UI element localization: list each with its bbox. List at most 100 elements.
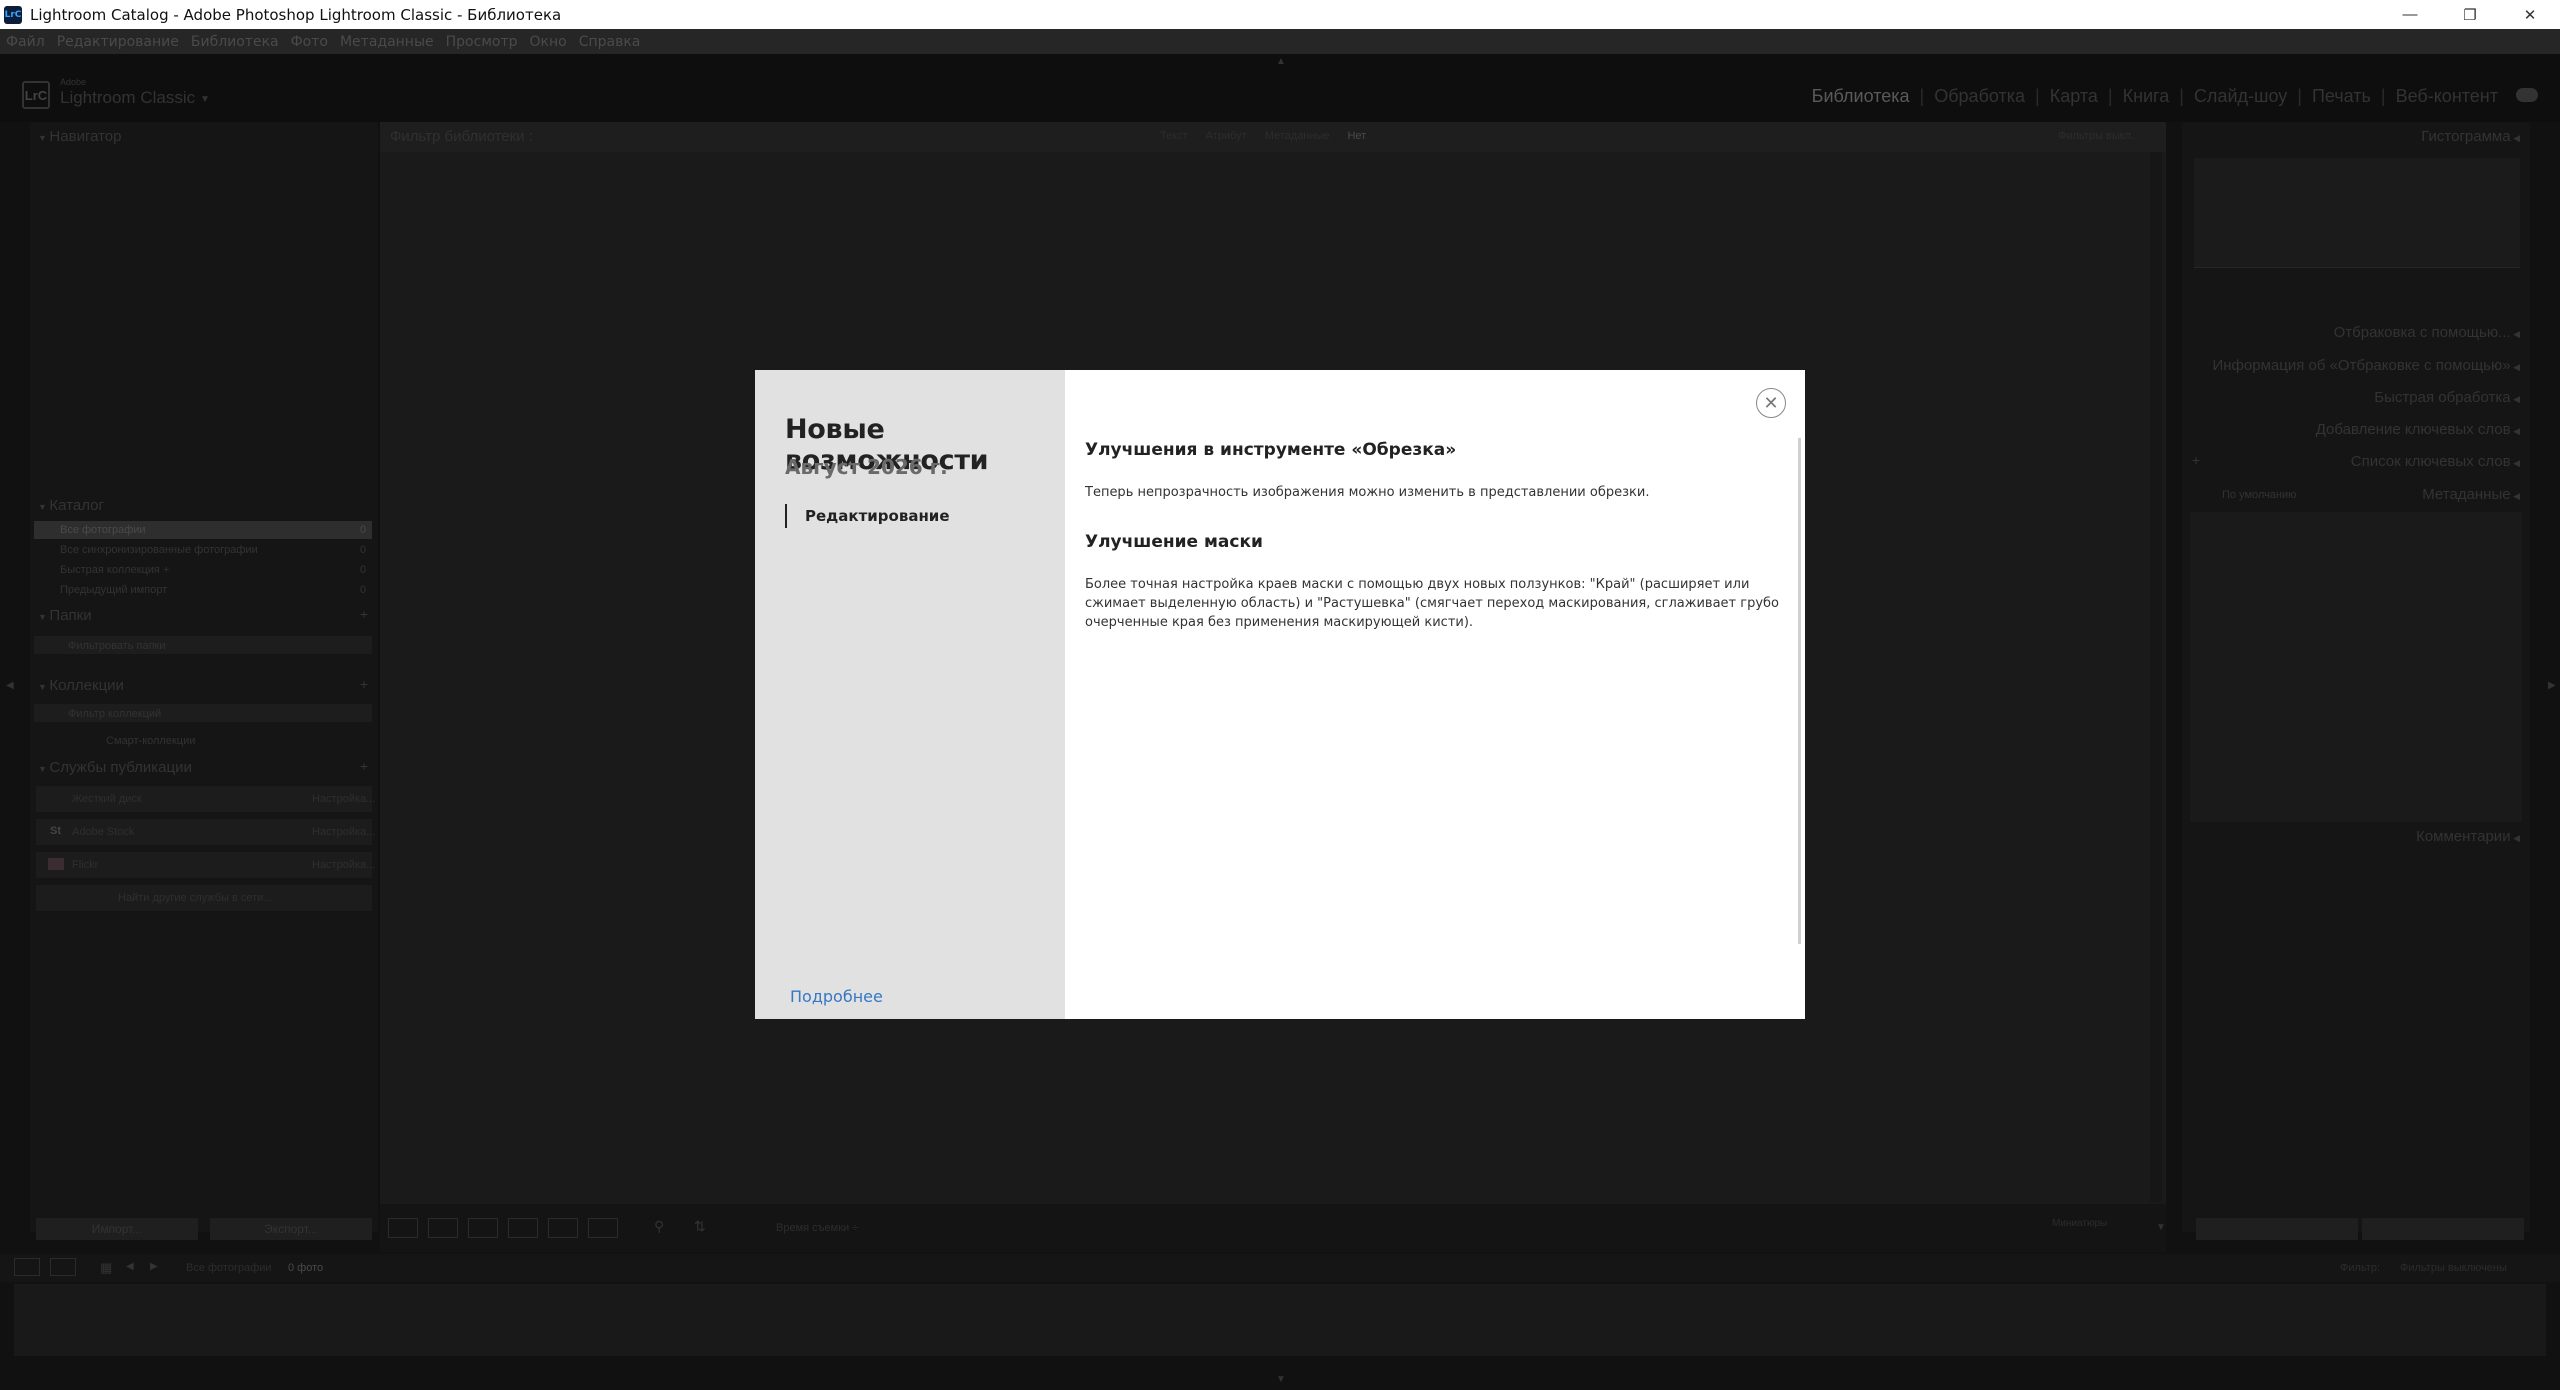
module-develop[interactable]: Обработка <box>1934 86 2025 107</box>
add-folder-icon[interactable]: + <box>360 606 368 622</box>
filter-attribute[interactable]: Атрибут <box>1206 130 1247 142</box>
grid-icon[interactable]: ▦ <box>100 1260 112 1276</box>
quick-develop-header[interactable]: Быстрая обработка <box>2374 389 2520 406</box>
filter-metadata[interactable]: Метаданные <box>1265 130 1330 142</box>
keyword-list-header[interactable]: Список ключевых слов <box>2351 453 2520 470</box>
catalog-header[interactable]: Каталог <box>38 497 104 514</box>
flickr-icon <box>48 858 64 870</box>
main-window-icon[interactable] <box>14 1258 40 1276</box>
filmstrip-filter-dropdown[interactable]: Фильтры выключены <box>2400 1262 2507 1274</box>
toolbar-menu-icon[interactable]: ▼ <box>2156 1222 2166 1233</box>
loupe-view-icon[interactable] <box>428 1218 458 1238</box>
publish-service-setup[interactable]: Настройка... <box>312 859 375 871</box>
module-library[interactable]: Библиотека <box>1812 86 1910 107</box>
module-book[interactable]: Книга <box>2123 86 2170 107</box>
add-collection-icon[interactable]: + <box>360 676 368 692</box>
cloud-icon[interactable] <box>2516 88 2538 102</box>
second-window-icon[interactable] <box>50 1258 76 1276</box>
module-separator: | <box>1919 86 1925 106</box>
menu-help[interactable]: Справка <box>579 34 641 50</box>
grid-view-icon[interactable] <box>388 1218 418 1238</box>
compare-view-icon[interactable] <box>468 1218 498 1238</box>
find-more-services-link[interactable]: Найти другие службы в сети... <box>118 892 272 904</box>
publish-service-setup[interactable]: Настройка... <box>312 793 375 805</box>
menu-bar: Файл Редактирование Библиотека Фото Мета… <box>0 29 2560 54</box>
library-toolbar <box>380 1204 2166 1252</box>
publish-service-setup[interactable]: Настройка... <box>312 826 375 838</box>
menu-library[interactable]: Библиотека <box>191 34 279 50</box>
sync-settings-button[interactable] <box>2362 1218 2524 1240</box>
folders-header[interactable]: Папки <box>38 607 91 624</box>
dialog-close-button[interactable]: ✕ <box>1756 388 1786 418</box>
right-panel-toggle-icon[interactable]: ▶ <box>2548 680 2556 691</box>
smart-collections-item[interactable]: Смарт-коллекции <box>106 735 195 747</box>
comments-header[interactable]: Комментарии <box>2416 828 2520 845</box>
survey-view-icon[interactable] <box>508 1218 538 1238</box>
add-keyword-icon[interactable]: + <box>2192 452 2200 468</box>
top-panel-toggle-icon[interactable]: ▲ <box>1276 56 1286 67</box>
metadata-header[interactable]: Метаданные <box>2422 486 2520 503</box>
bottom-panel-toggle-icon[interactable]: ▼ <box>1276 1374 1286 1385</box>
left-panel-toggle-icon[interactable]: ◀ <box>6 680 14 691</box>
chevron-down-icon[interactable]: ▼ <box>200 94 210 105</box>
folders-filter-label: Фильтровать папки <box>68 640 166 652</box>
menu-view[interactable]: Просмотр <box>446 34 518 50</box>
keywording-header[interactable]: Добавление ключевых слов <box>2316 421 2520 438</box>
module-separator: | <box>2380 86 2386 106</box>
module-picker: Библиотека | Обработка | Карта | Книга |… <box>1802 86 2498 107</box>
filmstrip-bar <box>0 1254 2560 1282</box>
export-button[interactable]: Экспорт... <box>210 1218 372 1240</box>
menu-edit[interactable]: Редактирование <box>57 34 179 50</box>
import-button[interactable]: Импорт... <box>36 1218 198 1240</box>
people-view-icon[interactable] <box>548 1218 578 1238</box>
metadata-preset-dropdown[interactable]: По умолчанию <box>2222 489 2296 501</box>
library-filter-title: Фильтр библиотеки : <box>390 128 533 145</box>
menu-metadata[interactable]: Метаданные <box>340 34 434 50</box>
thumbnail-size-slider[interactable]: Миниатюры <box>2052 1218 2107 1229</box>
minimize-button[interactable]: — <box>2380 0 2440 29</box>
menu-file[interactable]: Файл <box>6 34 45 50</box>
dialog-sidebar: Новые возможности Август 2026 г. Редакти… <box>755 370 1065 1019</box>
quick-develop-info-header[interactable]: Информация об «Отбраковке с помощью» <box>2212 357 2520 374</box>
catalog-item-quick[interactable]: Быстрая коллекция + <box>60 564 169 576</box>
sync-button[interactable] <box>2196 1218 2358 1240</box>
library-filter-options: Текст Атрибут Метаданные Нет <box>1160 130 1384 142</box>
navigator-header[interactable]: Навигатор <box>38 128 121 145</box>
close-window-button[interactable]: ✕ <box>2500 0 2560 29</box>
catalog-count: 0 <box>360 544 367 556</box>
filmstrip[interactable] <box>14 1284 2546 1356</box>
spray-can-icon[interactable]: ⚲ <box>654 1218 664 1235</box>
add-publish-icon[interactable]: + <box>360 758 368 774</box>
publish-service-name: Жесткий диск <box>72 793 142 805</box>
histogram-header[interactable]: Гистограмма <box>2421 128 2520 145</box>
menu-photo[interactable]: Фото <box>291 34 328 50</box>
collections-filter-label: Фильтр коллекций <box>68 708 162 720</box>
learn-more-link[interactable]: Подробнее <box>790 987 883 1006</box>
section-title: Улучшения в инструменте «Обрезка» <box>1085 440 1457 460</box>
back-arrow-icon[interactable]: ◀ <box>126 1261 134 1272</box>
filmstrip-source[interactable]: Все фотографии <box>186 1262 272 1274</box>
filter-preset-dropdown[interactable]: Фильтры выкл. <box>2058 130 2134 142</box>
filter-text[interactable]: Текст <box>1160 130 1188 142</box>
module-web[interactable]: Веб-контент <box>2396 86 2498 107</box>
filter-none[interactable]: Нет <box>1347 130 1366 142</box>
collections-header[interactable]: Коллекции <box>38 677 124 694</box>
dialog-nav-editing[interactable]: Редактирование <box>785 504 950 528</box>
module-print[interactable]: Печать <box>2312 86 2371 107</box>
slideshow-icon[interactable] <box>588 1218 618 1238</box>
module-map[interactable]: Карта <box>2050 86 2098 107</box>
dialog-scrollbar[interactable] <box>1798 438 1801 944</box>
grid-scrollbar[interactable] <box>2150 152 2162 1202</box>
quick-develop-preset-header[interactable]: Отбраковка с помощью... <box>2334 324 2520 341</box>
publish-services-header[interactable]: Службы публикации <box>38 759 191 776</box>
menu-window[interactable]: Окно <box>530 34 567 50</box>
forward-arrow-icon[interactable]: ▶ <box>150 1261 158 1272</box>
sort-direction-icon[interactable]: ⇅ <box>694 1218 706 1235</box>
module-slideshow[interactable]: Слайд-шоу <box>2194 86 2287 107</box>
maximize-button[interactable]: ❐ <box>2440 0 2500 29</box>
sort-dropdown[interactable]: Время съемки ÷ <box>776 1222 858 1234</box>
catalog-item-synced[interactable]: Все синхронизированные фотографии <box>60 544 258 556</box>
catalog-item-previous[interactable]: Предыдущий импорт <box>60 584 167 596</box>
catalog-item-all[interactable]: Все фотографии <box>60 524 146 536</box>
catalog-count: 0 <box>360 584 367 596</box>
